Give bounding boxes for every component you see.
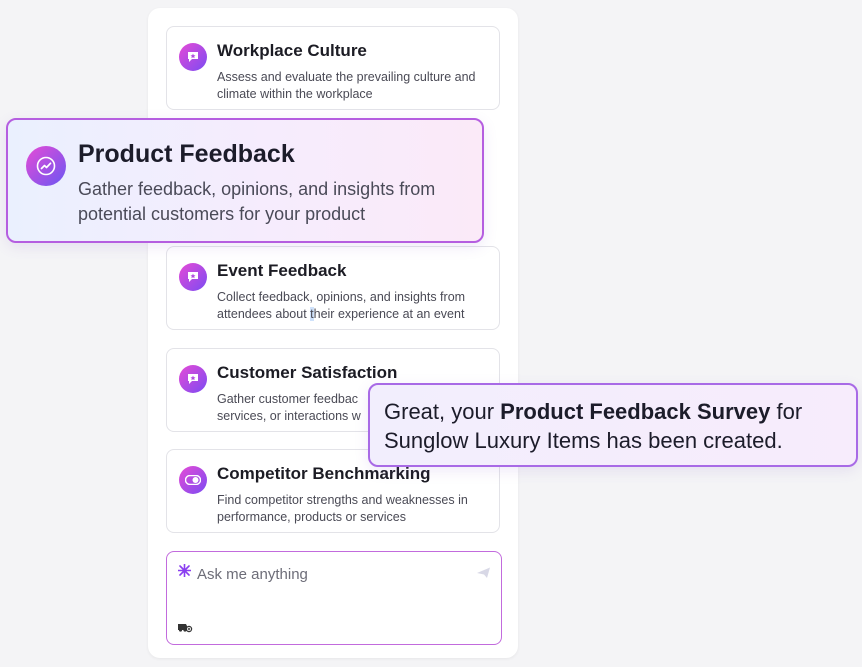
attach-icon[interactable] — [177, 619, 193, 638]
ask-input[interactable] — [195, 562, 469, 586]
confirmation-message: Great, your Product Feedback Survey for … — [368, 383, 858, 467]
chat-star-icon — [179, 43, 207, 71]
hero-title: Product Feedback — [78, 140, 295, 168]
sparkle-icon — [177, 563, 192, 581]
card-title: Competitor Benchmarking — [217, 464, 431, 483]
card-description: Assess and evaluate the prevailing cultu… — [217, 70, 476, 101]
card-description: Find competitor strengths and weaknesses… — [217, 493, 468, 524]
template-card-event-feedback[interactable]: Event Feedback Collect feedback, opinion… — [166, 246, 500, 330]
trend-chart-icon — [26, 146, 66, 186]
template-card-product-feedback-selected[interactable]: Product Feedback Gather feedback, opinio… — [6, 118, 484, 243]
card-description: Collect feedback, opinions, and insights… — [217, 289, 495, 323]
toggle-icon — [179, 466, 207, 494]
card-title: Event Feedback — [217, 261, 347, 280]
ask-box — [166, 551, 502, 645]
message-text: Great, your — [384, 399, 501, 424]
card-description: Gather customer feedbac services, or int… — [217, 392, 361, 423]
chat-star-icon — [179, 263, 207, 291]
send-icon[interactable] — [477, 566, 491, 584]
hero-description: Gather feedback, opinions, and insights … — [78, 179, 436, 224]
card-title: Customer Satisfaction — [217, 363, 398, 382]
survey-name: Product Feedback Survey — [500, 399, 771, 424]
chat-star-icon — [179, 365, 207, 393]
card-title: Workplace Culture — [217, 41, 367, 60]
template-card-workplace-culture[interactable]: Workplace Culture Assess and evaluate th… — [166, 26, 500, 110]
desc-text: heir experience at an event — [313, 307, 465, 321]
